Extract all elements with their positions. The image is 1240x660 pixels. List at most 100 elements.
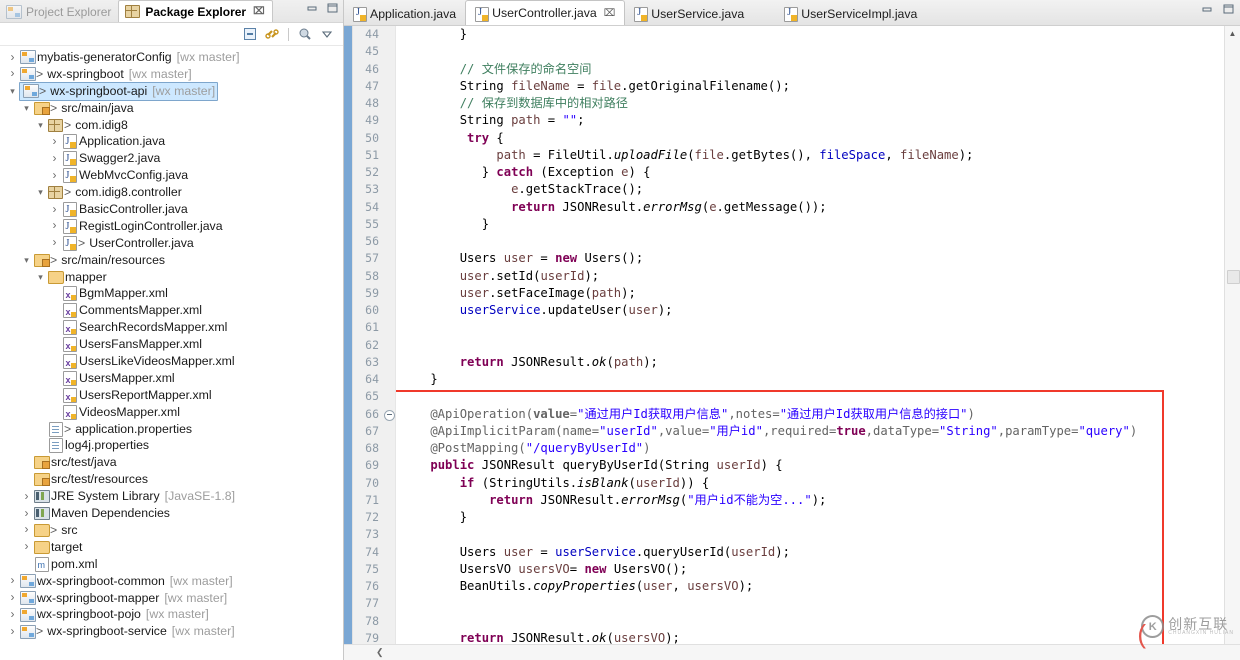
chevron-down-icon[interactable]	[34, 117, 47, 134]
code-line[interactable]: try {	[396, 130, 1224, 147]
chevron-down-icon[interactable]	[34, 269, 47, 286]
code-line[interactable]: userService.updateUser(user);	[396, 302, 1224, 319]
code-line[interactable]	[396, 595, 1224, 612]
minimize-icon[interactable]	[1201, 3, 1214, 15]
code-line[interactable]: user.setFaceImage(path);	[396, 285, 1224, 302]
code-line[interactable]: public JSONResult queryByUserId(String u…	[396, 457, 1224, 474]
tree-item-usercontroller-java[interactable]: >UserController.java	[0, 235, 343, 252]
chevron-right-icon[interactable]	[48, 201, 61, 219]
code-line[interactable]: }	[396, 509, 1224, 526]
tree-item-searchrecordsmapper-xml[interactable]: SearchRecordsMapper.xml	[0, 319, 343, 338]
package-explorer-tree[interactable]: mybatis-generatorConfig[wx master]>wx-sp…	[0, 46, 343, 660]
chevron-down-icon[interactable]	[20, 100, 33, 117]
tree-item-webmvcconfig-java[interactable]: WebMvcConfig.java	[0, 167, 343, 184]
tree-item-usersmapper-xml[interactable]: UsersMapper.xml	[0, 370, 343, 389]
chevron-right-icon[interactable]	[20, 505, 33, 523]
tree-item-log4j-properties[interactable]: log4j.properties	[0, 437, 343, 454]
code-line[interactable]: String fileName = file.getOriginalFilena…	[396, 78, 1224, 95]
tree-item-wx-springboot[interactable]: >wx-springboot [wx master]	[0, 66, 343, 83]
tree-item-usersfansmapper-xml[interactable]: UsersFansMapper.xml	[0, 336, 343, 355]
horizontal-scrollbar[interactable]: ❮	[344, 644, 1240, 660]
tree-item-maven-dependencies[interactable]: Maven Dependencies	[0, 505, 343, 522]
chevron-right-icon[interactable]	[48, 217, 61, 235]
chevron-right-icon[interactable]	[48, 133, 61, 151]
chevron-right-icon[interactable]	[6, 589, 19, 607]
focus-on-active-task-icon[interactable]	[297, 26, 313, 42]
code-text-area[interactable]: } // 文件保存的命名空间 String fileName = file.ge…	[396, 26, 1224, 644]
vertical-scrollbar[interactable]: ▲	[1224, 26, 1240, 644]
scroll-left-icon[interactable]: ❮	[376, 647, 384, 658]
tab-package-explorer[interactable]: Package Explorer ⌧	[118, 0, 273, 22]
code-line[interactable]: path = FileUtil.uploadFile(file.getBytes…	[396, 147, 1224, 164]
code-line[interactable]: @ApiOperation(value="通过用户Id获取用户信息",notes…	[396, 406, 1224, 423]
tab-project-explorer[interactable]: Project Explorer	[0, 2, 118, 22]
code-line[interactable]: @PostMapping("/queryByUserId")	[396, 440, 1224, 457]
code-line[interactable]: Users user = userService.queryUserId(use…	[396, 544, 1224, 561]
tree-item-videosmapper-xml[interactable]: VideosMapper.xml	[0, 404, 343, 423]
chevron-right-icon[interactable]	[6, 623, 19, 641]
tree-item-target[interactable]: target	[0, 539, 343, 556]
code-line[interactable]: Users user = new Users();	[396, 250, 1224, 267]
tree-item-pom-xml[interactable]: pom.xml	[0, 556, 343, 574]
code-line[interactable]: return JSONResult.errorMsg("用户id不能为空..."…	[396, 492, 1224, 509]
code-line[interactable]: // 保存到数据库中的相对路径	[396, 95, 1224, 112]
code-line[interactable]: e.getStackTrace();	[396, 181, 1224, 198]
tree-item-wx-springboot-service[interactable]: >wx-springboot-service [wx master]	[0, 623, 343, 640]
close-icon[interactable]: ⌧	[253, 6, 265, 17]
code-line[interactable]: }	[396, 216, 1224, 233]
fold-collapse-icon[interactable]	[384, 409, 395, 421]
code-line[interactable]	[396, 526, 1224, 543]
chevron-right-icon[interactable]	[20, 488, 33, 506]
chevron-right-icon[interactable]	[20, 538, 33, 556]
folding-ruler[interactable]	[383, 26, 396, 644]
code-line[interactable]	[396, 613, 1224, 630]
maximize-icon[interactable]	[1222, 3, 1235, 15]
tree-item-wx-springboot-pojo[interactable]: wx-springboot-pojo [wx master]	[0, 606, 343, 623]
code-line[interactable]	[396, 319, 1224, 336]
link-with-editor-icon[interactable]	[264, 26, 280, 42]
code-line[interactable]: }	[396, 26, 1224, 43]
tree-item-application-properties[interactable]: > application.properties	[0, 421, 343, 438]
collapse-all-icon[interactable]	[242, 26, 258, 42]
view-menu-icon[interactable]	[319, 26, 335, 42]
code-line[interactable]: if (StringUtils.isBlank(userId)) {	[396, 475, 1224, 492]
tree-item-com-idig8[interactable]: >com.idig8	[0, 117, 343, 134]
scroll-up-icon[interactable]: ▲	[1225, 26, 1240, 41]
code-line[interactable]: BeanUtils.copyProperties(user, usersVO);	[396, 578, 1224, 595]
tree-item-src-main-java[interactable]: >src/main/java	[0, 100, 343, 117]
code-line[interactable]: // 文件保存的命名空间	[396, 61, 1224, 78]
code-line[interactable]	[396, 388, 1224, 405]
editor-tab-userserviceimpl-java[interactable]: UserServiceImpl.java	[775, 2, 926, 25]
code-line[interactable]: return JSONResult.ok(path);	[396, 354, 1224, 371]
tree-item-registlogincontroller-java[interactable]: RegistLoginController.java	[0, 218, 343, 235]
tree-item-basiccontroller-java[interactable]: BasicController.java	[0, 201, 343, 218]
chevron-right-icon[interactable]	[6, 572, 19, 590]
minimize-icon[interactable]	[306, 2, 319, 14]
code-line[interactable]: }	[396, 371, 1224, 388]
chevron-down-icon[interactable]	[34, 184, 47, 201]
tree-item-mybatis-generatorconfig[interactable]: mybatis-generatorConfig [wx master]	[0, 49, 343, 66]
close-icon[interactable]: ⌧	[604, 8, 616, 19]
tree-item-jre-system-library[interactable]: JRE System Library [JavaSE-1.8]	[0, 488, 343, 505]
tree-item-usersreportmapper-xml[interactable]: UsersReportMapper.xml	[0, 387, 343, 406]
code-line[interactable]	[396, 233, 1224, 250]
code-line[interactable]	[396, 337, 1224, 354]
tree-item-wx-springboot-api[interactable]: >wx-springboot-api [wx master]	[0, 81, 343, 101]
tree-item-wx-springboot-common[interactable]: wx-springboot-common [wx master]	[0, 573, 343, 590]
chevron-right-icon[interactable]	[6, 49, 19, 67]
tree-item-userslikevideosmapper-xml[interactable]: UsersLikeVideosMapper.xml	[0, 353, 343, 372]
chevron-right-icon[interactable]	[6, 65, 19, 83]
maximize-icon[interactable]	[326, 2, 339, 14]
tree-item-src-main-resources[interactable]: >src/main/resources	[0, 252, 343, 269]
tree-item-src-test-resources[interactable]: src/test/resources	[0, 471, 343, 488]
tree-item-com-idig8-controller[interactable]: >com.idig8.controller	[0, 184, 343, 201]
code-line[interactable]: return JSONResult.ok(usersVO);	[396, 630, 1224, 644]
editor-tab-userservice-java[interactable]: UserService.java	[625, 2, 753, 25]
tree-item-src[interactable]: >src	[0, 522, 343, 539]
editor-tab-usercontroller-java[interactable]: UserController.java ⌧	[465, 0, 626, 25]
editor-body[interactable]: 44 45 46 47 48 49 50 51 52 53 54 55 56 57 58 59 60 61 62 63…	[344, 26, 1240, 644]
chevron-right-icon[interactable]	[48, 167, 61, 185]
editor-tab-application-java[interactable]: Application.java	[344, 2, 465, 25]
tree-item-swagger2-java[interactable]: Swagger2.java	[0, 150, 343, 167]
code-line[interactable]: String path = "";	[396, 112, 1224, 129]
